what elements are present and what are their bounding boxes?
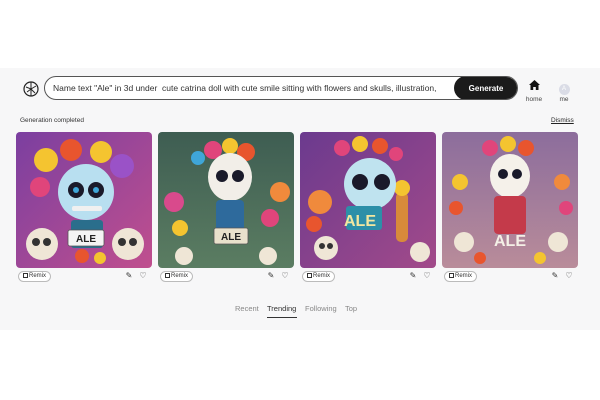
avatar: A bbox=[558, 84, 570, 95]
remix-button[interactable]: Remix bbox=[444, 271, 478, 282]
pin-icon[interactable]: ✎ bbox=[408, 271, 418, 281]
generate-button[interactable]: Generate bbox=[454, 77, 517, 99]
prompt-input[interactable] bbox=[53, 77, 453, 99]
brain-logo-icon[interactable] bbox=[20, 78, 42, 100]
sign-text: ALE bbox=[344, 213, 376, 230]
pin-icon[interactable]: ✎ bbox=[550, 271, 560, 281]
tab-recent[interactable]: Recent bbox=[235, 304, 259, 313]
tab-following[interactable]: Following bbox=[305, 304, 337, 313]
remix-button[interactable]: Remix bbox=[18, 271, 52, 282]
pin-icon[interactable]: ✎ bbox=[266, 271, 276, 281]
heart-icon[interactable]: ♡ bbox=[422, 271, 432, 281]
nav-me[interactable]: A me bbox=[551, 77, 577, 103]
result-image-1[interactable]: ALE bbox=[16, 132, 152, 268]
result-image-4[interactable]: ALE bbox=[442, 132, 578, 268]
image-icon bbox=[307, 273, 312, 278]
heart-icon[interactable]: ♡ bbox=[138, 271, 148, 281]
heart-icon[interactable]: ♡ bbox=[280, 271, 290, 281]
prompt-search-bar: Generate bbox=[44, 76, 518, 100]
home-icon bbox=[528, 80, 540, 90]
sign-text: ALE bbox=[494, 233, 526, 250]
heart-icon[interactable]: ♡ bbox=[564, 271, 574, 281]
image-icon bbox=[449, 273, 454, 278]
active-tab-indicator bbox=[267, 317, 297, 318]
dismiss-link[interactable]: Dismiss bbox=[551, 117, 574, 124]
image-icon bbox=[23, 273, 28, 278]
result-image-2[interactable]: ALE bbox=[158, 132, 294, 268]
nav-me-label: me bbox=[559, 96, 569, 103]
sign-text: ALE bbox=[76, 234, 96, 245]
nav-home-label: home bbox=[525, 96, 543, 103]
tab-trending[interactable]: Trending bbox=[267, 304, 296, 313]
generation-status: Generation completed bbox=[20, 117, 84, 124]
image-icon bbox=[165, 273, 170, 278]
result-image-3[interactable]: ALE bbox=[300, 132, 436, 268]
remix-button[interactable]: Remix bbox=[160, 271, 194, 282]
nav-home[interactable]: home bbox=[521, 77, 547, 103]
pin-icon[interactable]: ✎ bbox=[124, 271, 134, 281]
sign-text: ALE bbox=[221, 232, 241, 243]
tab-top[interactable]: Top bbox=[345, 304, 357, 313]
remix-button[interactable]: Remix bbox=[302, 271, 336, 282]
